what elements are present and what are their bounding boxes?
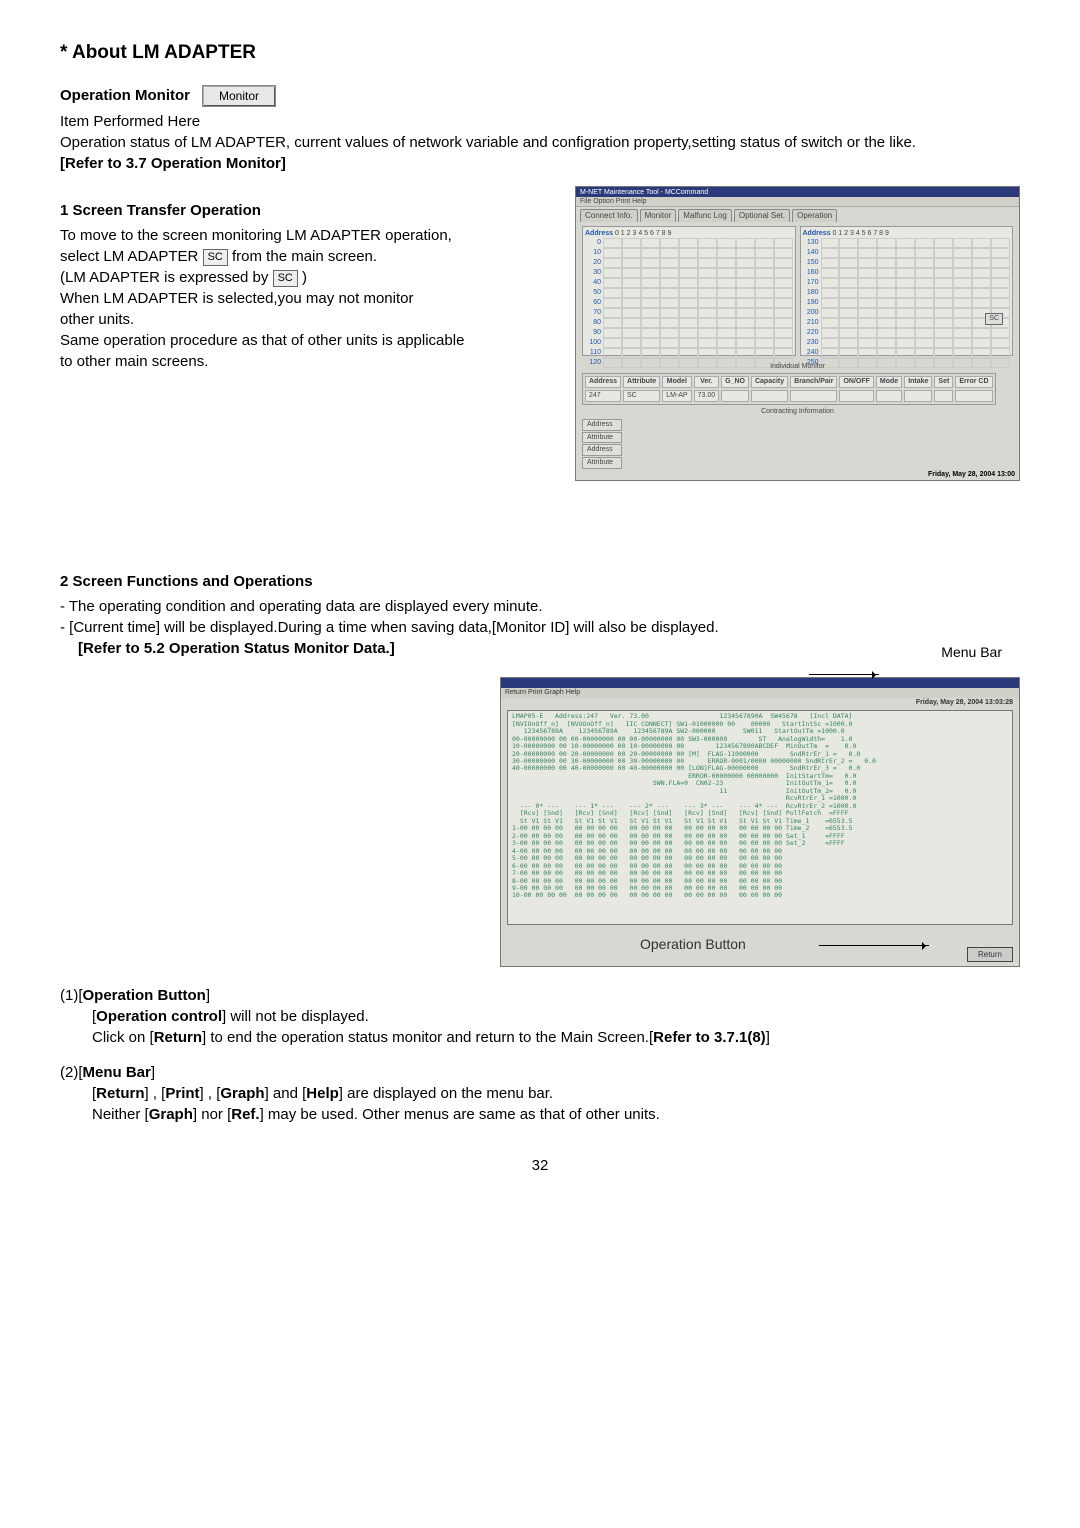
step1-line1a: To move to the screen monitoring LM ADAP… xyxy=(60,225,567,246)
shot2-date: Friday, May 28, 2004 13:03:28 xyxy=(501,698,1019,708)
operation-monitor-label: Operation Monitor xyxy=(60,85,190,106)
return-button[interactable]: Return xyxy=(967,947,1013,962)
step2-title: 2 Screen Functions and Operations xyxy=(60,571,1020,592)
item1-line2: Click on [Return] to end the operation s… xyxy=(60,1027,1020,1048)
item-performed-text: Item Performed Here xyxy=(60,111,1020,132)
sc-badge: SC xyxy=(203,249,228,266)
address-grid-left: Address 0 1 2 3 4 5 6 7 8 9 010203040506… xyxy=(582,226,796,356)
contracting-label: Contracting Information xyxy=(576,407,1019,417)
bottom-list: AddressAttributeAddressAttribute xyxy=(582,419,1013,469)
tab-operation[interactable]: Operation xyxy=(792,209,837,221)
step1-line4: other units. xyxy=(60,309,567,330)
operation-status-screenshot: Return Print Graph Help Friday, May 28, … xyxy=(500,677,1020,967)
menu-bar-label: Menu Bar xyxy=(941,643,1002,663)
address-grid-right: Address 0 1 2 3 4 5 6 7 8 9 130140150160… xyxy=(800,226,1014,356)
shot2-data-area: LMAP05-E Address:247 Ver. 73.00 12345678… xyxy=(507,710,1013,925)
op-status-description: Operation status of LM ADAPTER, current … xyxy=(60,132,1020,153)
main-screen-screenshot: M-NET Maintenance Tool - MCCommand File … xyxy=(575,186,1020,481)
tab-malfunc-log[interactable]: Malfunc Log xyxy=(678,209,732,221)
tab-optional-set[interactable]: Optional Set. xyxy=(734,209,790,221)
monitor-button[interactable]: Monitor xyxy=(202,85,276,108)
op-arrow-icon xyxy=(819,945,929,946)
shot2-titlebar xyxy=(501,678,1019,688)
step1-title: 1 Screen Transfer Operation xyxy=(60,200,567,221)
sc-badge-grid[interactable]: SC xyxy=(985,313,1003,325)
step1-line2: (LM ADAPTER is expressed by SC ) xyxy=(60,267,567,288)
step1-line3: When LM ADAPTER is selected,you may not … xyxy=(60,288,567,309)
operation-button-label: Operation Button xyxy=(640,935,746,955)
tab-connect-info[interactable]: Connect Info. xyxy=(580,209,638,221)
step2-line2: - [Current time] will be displayed.Durin… xyxy=(60,617,1020,638)
item2-line1: [Return] , [Print] , [Graph] and [Help] … xyxy=(60,1083,1020,1104)
shot1-menubar: File Option Print Help xyxy=(576,197,1019,207)
refer-37: [Refer to 3.7 Operation Monitor] xyxy=(60,153,1020,174)
page-title: * About LM ADAPTER xyxy=(60,40,1020,67)
shot1-tabs: Connect Info. Monitor Malfunc Log Option… xyxy=(576,207,1019,221)
sc-badge-2: SC xyxy=(273,270,298,287)
individual-monitor-table: AddressAttributeModelVer.G_NOCapacityBra… xyxy=(582,373,996,405)
shot1-titlebar: M-NET Maintenance Tool - MCCommand xyxy=(576,187,1019,197)
step1-line5: Same operation procedure as that of othe… xyxy=(60,330,567,351)
item2-title: (2)[Menu Bar] xyxy=(60,1062,1020,1083)
tab-monitor[interactable]: Monitor xyxy=(640,209,677,221)
page-number: 32 xyxy=(60,1155,1020,1176)
step2-refer: [Refer to 5.2 Operation Status Monitor D… xyxy=(78,640,395,657)
shot2-menubar[interactable]: Return Print Graph Help xyxy=(501,688,1019,698)
shot1-footer-date: Friday, May 28, 2004 13:00 xyxy=(928,470,1015,480)
step1-line6: to other main screens. xyxy=(60,351,567,372)
item1-title: (1)[Operation Button] xyxy=(60,985,1020,1006)
menu-arrow-icon xyxy=(809,674,879,675)
item1-line1: [Operation control] will not be displaye… xyxy=(60,1006,1020,1027)
step1-line1b: select LM ADAPTER SC from the main scree… xyxy=(60,246,567,267)
item2-line2: Neither [Graph] nor [Ref.] may be used. … xyxy=(60,1104,1020,1125)
step2-line1: - The operating condition and operating … xyxy=(60,596,1020,617)
